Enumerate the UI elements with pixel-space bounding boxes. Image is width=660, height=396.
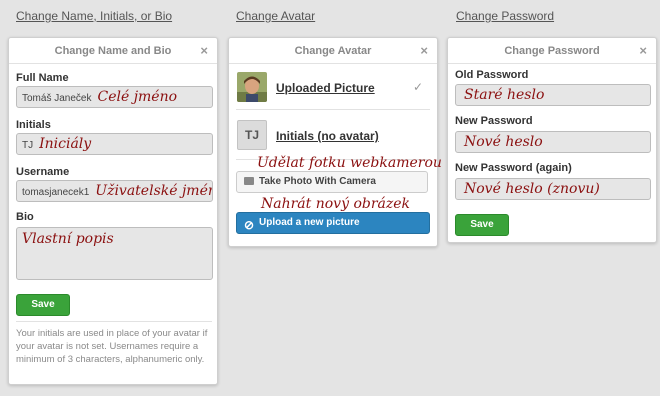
full-name-label: Full Name <box>16 72 69 84</box>
take-photo-label: Take Photo With Camera <box>259 176 376 187</box>
initials-note: Iniciály <box>39 136 92 152</box>
save-password-button[interactable]: Save <box>455 214 509 236</box>
camera-icon <box>244 177 254 185</box>
save-name-button[interactable]: Save <box>16 294 70 316</box>
bio-textarea[interactable]: Vlastní popis <box>16 227 213 280</box>
panel-title: Change Avatar <box>294 45 372 57</box>
close-icon[interactable]: × <box>200 38 208 64</box>
panel-header: Change Password × <box>448 38 656 64</box>
close-icon[interactable]: × <box>639 38 647 64</box>
panel-header: Change Avatar × <box>229 38 437 64</box>
help-text: Your initials are used in place of your … <box>16 328 208 365</box>
old-password-label: Old Password <box>455 69 529 81</box>
take-photo-button[interactable]: Take Photo With Camera <box>236 171 428 193</box>
divider <box>16 321 212 322</box>
bio-note: Vlastní popis <box>22 231 114 247</box>
new-password-field[interactable]: Nové heslo <box>455 131 651 153</box>
uploaded-picture-option[interactable]: Uploaded Picture <box>276 81 375 95</box>
divider <box>236 109 430 110</box>
new-password-again-field[interactable]: Nové heslo (znovu) <box>455 178 651 200</box>
upload-picture-button[interactable]: ⊘ Upload a new picture <box>236 212 430 234</box>
bio-label: Bio <box>16 211 34 223</box>
upload-label: Upload a new picture <box>259 217 360 228</box>
full-name-value: Tomáš Janeček <box>22 93 92 104</box>
new-password-again-label: New Password (again) <box>455 162 572 174</box>
change-name-link[interactable]: Change Name, Initials, or Bio <box>16 9 172 23</box>
initials-avatar: TJ <box>237 120 267 150</box>
initials-label: Initials <box>16 119 51 131</box>
full-name-note: Celé jméno <box>97 89 178 105</box>
initials-field[interactable]: TJ Iniciály <box>16 133 213 155</box>
new-password-note: Nové heslo <box>464 134 543 150</box>
panel-title: Change Name and Bio <box>54 45 172 57</box>
new-password-label: New Password <box>455 115 533 127</box>
new-password-again-note: Nové heslo (znovu) <box>464 181 600 197</box>
change-name-panel: Change Name and Bio × Full Name Tomáš Ja… <box>8 37 218 385</box>
full-name-field[interactable]: Tomáš Janeček Celé jméno <box>16 86 213 108</box>
uploaded-picture-thumbnail <box>237 72 267 102</box>
username-value: tomasjanecek1 <box>22 187 90 198</box>
change-avatar-link[interactable]: Change Avatar <box>236 9 315 23</box>
webcam-note: Udělat fotku webkamerou <box>257 155 442 171</box>
old-password-note: Staré heslo <box>464 87 545 103</box>
change-password-panel: Change Password × Old Password Staré hes… <box>447 37 657 243</box>
change-password-link[interactable]: Change Password <box>456 9 554 23</box>
username-note: Uživatelské jméno <box>95 183 213 199</box>
upload-note: Nahrát nový obrázek <box>261 196 411 212</box>
username-field[interactable]: tomasjanecek1 Uživatelské jméno <box>16 180 213 202</box>
change-avatar-panel: Change Avatar × Uploaded Picture ✓ TJ In… <box>228 37 442 247</box>
initials-option[interactable]: Initials (no avatar) <box>276 129 379 143</box>
old-password-field[interactable]: Staré heslo <box>455 84 651 106</box>
panel-header: Change Name and Bio × <box>9 38 217 64</box>
username-label: Username <box>16 166 70 178</box>
close-icon[interactable]: × <box>420 38 428 64</box>
initials-value: TJ <box>22 140 34 151</box>
panel-title: Change Password <box>504 45 600 57</box>
paperclip-icon: ⊘ <box>244 218 255 232</box>
check-icon: ✓ <box>413 80 424 94</box>
